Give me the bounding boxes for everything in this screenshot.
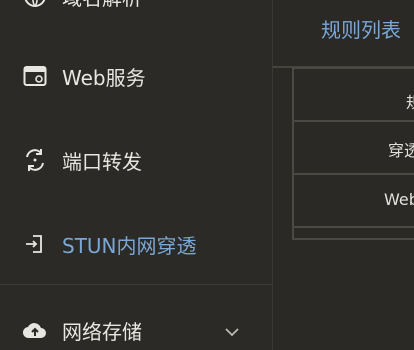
- sidebar: 域名解析 Web服务 端口转发 STUN内网穿透 网络存储: [0, 0, 273, 350]
- table-row[interactable]: 规: [294, 69, 414, 122]
- table-cell: 穿透: [388, 141, 414, 160]
- sidebar-item-network-storage[interactable]: 网络存储: [0, 310, 272, 350]
- sidebar-item-web-service[interactable]: Web服务: [0, 56, 272, 96]
- sidebar-item-label: 网络存储: [62, 319, 142, 344]
- sidebar-item-label: STUN内网穿透: [62, 233, 197, 258]
- main-panel: 规则列表 规 穿透 Web: [273, 0, 414, 350]
- refresh-arrows-icon: [22, 147, 48, 173]
- rules-table: 规 穿透 Web: [292, 67, 414, 240]
- sidebar-item-label: Web服务: [62, 65, 146, 90]
- sidebar-item-port-forward[interactable]: 端口转发: [0, 140, 272, 180]
- browser-window-icon: [22, 63, 48, 89]
- sidebar-item-label: 域名解析: [62, 0, 142, 11]
- sidebar-item-label: 端口转发: [62, 149, 142, 174]
- sidebar-item-dns[interactable]: 域名解析: [0, 0, 272, 16]
- chevron-down-icon[interactable]: [224, 318, 240, 342]
- table-cell: 规: [406, 89, 414, 113]
- tunnel-arrow-icon: [22, 231, 48, 257]
- table-row[interactable]: 穿透: [294, 122, 414, 175]
- sidebar-item-stun[interactable]: STUN内网穿透: [0, 224, 272, 264]
- table-row[interactable]: Web: [294, 175, 414, 228]
- page-title[interactable]: 规则列表: [321, 14, 401, 43]
- sidebar-divider: [0, 284, 272, 285]
- globe-icon: [22, 0, 48, 9]
- table-cell: Web: [384, 190, 414, 209]
- cloud-upload-icon: [22, 317, 48, 343]
